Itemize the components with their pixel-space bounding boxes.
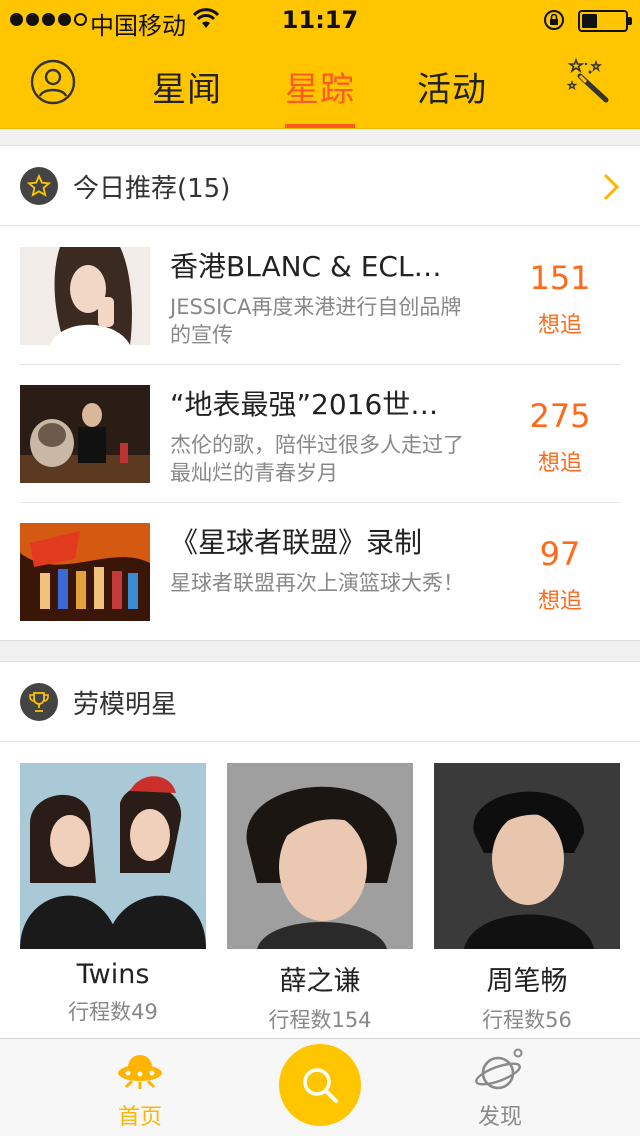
recommend-item[interactable]: 香港BLANC & ECL… JESSICA再度来港进行自创品牌的宣传 151 …	[0, 227, 640, 365]
rotation-lock-icon	[544, 10, 564, 30]
star-icon	[20, 167, 58, 205]
tab-discover[interactable]: 发现	[440, 1039, 560, 1136]
tab-discover-label: 发现	[477, 1105, 522, 1130]
magic-wand-icon[interactable]	[566, 56, 616, 106]
search-icon	[303, 1068, 338, 1103]
star-trip-count: 行程数49	[68, 1000, 158, 1024]
event-thumbnail	[20, 247, 150, 345]
follow-count: 151	[529, 259, 591, 297]
event-title: 香港BLANC & ECL…	[170, 250, 442, 283]
today-recommend-section: 今日推荐(15) 香港BLANC & ECL… JESSICA再度来港进行自创品…	[0, 145, 640, 641]
recommend-header[interactable]: 今日推荐(15)	[0, 146, 640, 226]
follow-label[interactable]: 想追	[500, 445, 620, 477]
chevron-right-icon[interactable]	[602, 172, 620, 202]
stars-list: Twins 行程数49 薛之谦 行程数154 周笔畅 行程数56	[0, 743, 640, 1043]
app-screen: 中国移动 11:17 星闻 星踪 活动 今日推荐(15) 香港BLANC & E…	[0, 0, 640, 1136]
event-title: “地表最强”2016世…	[170, 388, 439, 421]
follow-count: 275	[529, 397, 591, 435]
event-thumbnail	[20, 523, 150, 621]
star-card[interactable]: 薛之谦 行程数154	[227, 763, 413, 1034]
star-photo	[227, 763, 413, 949]
stars-title: 劳模明星	[73, 690, 178, 720]
star-photo	[20, 763, 206, 949]
event-title: 《星球者联盟》录制	[170, 526, 423, 559]
tab-activities[interactable]: 活动	[417, 62, 487, 111]
follow-label[interactable]: 想追	[500, 307, 620, 339]
top-tabs: 星闻 星踪 活动	[120, 40, 520, 128]
event-thumbnail	[20, 385, 150, 483]
event-description: JESSICA再度来港进行自创品牌的宣传	[170, 295, 462, 347]
recommend-item[interactable]: “地表最强”2016世… 杰伦的歌，陪伴过很多人走过了最灿烂的青春岁月 275 …	[0, 365, 640, 503]
star-trip-count: 行程数56	[482, 1008, 572, 1032]
active-tab-indicator	[285, 124, 355, 128]
star-trip-count: 行程数154	[268, 1008, 372, 1032]
star-name: 周笔畅	[486, 966, 568, 997]
status-bar: 中国移动 11:17	[0, 0, 640, 40]
event-description: 杰伦的歌，陪伴过很多人走过了最灿烂的青春岁月	[170, 433, 464, 485]
tab-home[interactable]: 首页	[80, 1039, 200, 1136]
star-name: 薛之谦	[279, 966, 361, 997]
stars-header: 劳模明星	[0, 662, 640, 742]
ufo-home-icon	[118, 1055, 162, 1089]
trophy-icon	[20, 683, 58, 721]
model-stars-section: 劳模明星 Twins 行程数49 薛之谦 行程数154 周笔畅 行程数56	[0, 661, 640, 1041]
top-nav-bar: 星闻 星踪 活动	[0, 40, 640, 128]
star-card[interactable]: 周笔畅 行程数56	[434, 763, 620, 1034]
tab-star-tracking[interactable]: 星踪	[285, 62, 355, 111]
battery-icon	[578, 10, 632, 32]
star-name: Twins	[76, 959, 150, 990]
recommend-title: 今日推荐(15)	[73, 174, 231, 204]
search-button[interactable]	[279, 1044, 361, 1126]
event-description: 星球者联盟再次上演篮球大秀！	[170, 571, 464, 595]
recommend-item[interactable]: 《星球者联盟》录制 星球者联盟再次上演篮球大秀！ 97 想追	[0, 503, 640, 641]
follow-count: 97	[539, 535, 581, 573]
tab-star-news[interactable]: 星闻	[152, 62, 222, 111]
star-photo	[434, 763, 620, 949]
planet-discover-icon	[475, 1048, 523, 1090]
follow-label[interactable]: 想追	[500, 583, 620, 615]
profile-icon[interactable]	[30, 59, 76, 105]
tab-home-label: 首页	[117, 1105, 162, 1130]
star-card[interactable]: Twins 行程数49	[20, 763, 206, 1026]
